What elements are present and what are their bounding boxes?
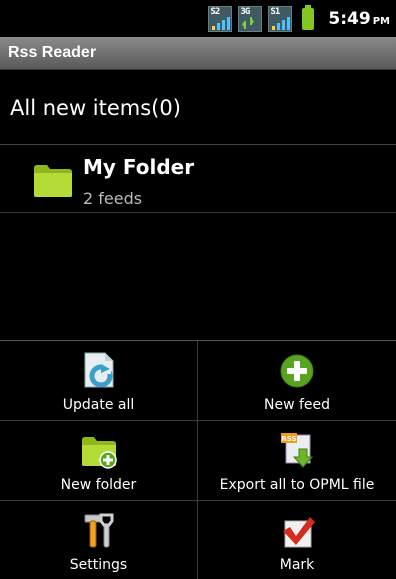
app-title-bar: Rss Reader <box>0 37 396 70</box>
clock: 5:49 PM <box>328 8 390 29</box>
new-folder-label: New folder <box>60 477 137 493</box>
settings-button[interactable]: Settings <box>0 501 198 579</box>
svg-text:RSS: RSS <box>281 435 296 443</box>
mark-label: Mark <box>279 557 315 573</box>
new-feed-button[interactable]: New feed <box>198 341 396 421</box>
status-bar: S2 3G S1 5:49 PM <box>0 0 396 37</box>
folder-icon <box>34 165 72 197</box>
settings-label: Settings <box>69 557 128 573</box>
update-all-button[interactable]: Update all <box>0 341 198 421</box>
export-opml-button[interactable]: RSS Export all to OPML file <box>198 421 396 501</box>
tools-icon <box>84 513 113 548</box>
new-folder-icon <box>81 437 117 469</box>
battery-icon <box>302 4 315 30</box>
folder-list-item[interactable]: My Folder 2 feeds <box>0 145 396 213</box>
signal-s2-icon: S2 <box>208 5 233 32</box>
all-new-items-label: All new items(0) <box>10 95 181 120</box>
options-menu: Update all New feed New folder RSS Expor… <box>0 340 396 579</box>
update-icon <box>84 352 113 388</box>
new-folder-button[interactable]: New folder <box>0 421 198 501</box>
new-feed-label: New feed <box>263 397 331 413</box>
folder-feed-count: 2 feeds <box>83 189 143 208</box>
export-opml-icon: RSS <box>281 433 314 468</box>
checkmark-icon <box>283 517 315 548</box>
all-new-items-row[interactable]: All new items(0) <box>0 71 396 145</box>
folder-name: My Folder <box>83 155 195 179</box>
add-icon <box>280 354 314 388</box>
update-all-label: Update all <box>62 397 135 413</box>
signal-3g-icon: 3G <box>238 5 263 32</box>
mark-button[interactable]: Mark <box>198 501 396 579</box>
signal-s1-icon: S1 <box>268 5 293 32</box>
app-title: Rss Reader <box>8 44 97 61</box>
export-opml-label: Export all to OPML file <box>219 477 375 493</box>
